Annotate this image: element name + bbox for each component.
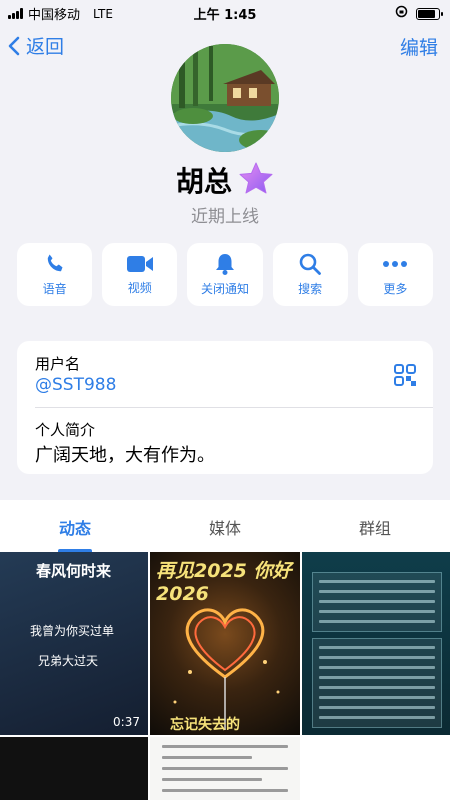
search-icon — [299, 253, 322, 275]
star-badge-icon[interactable] — [238, 161, 274, 199]
tab-posts[interactable]: 动态 — [0, 500, 150, 552]
avatar[interactable] — [171, 44, 279, 152]
video-label: 视频 — [127, 281, 152, 295]
chevron-left-icon — [8, 36, 20, 55]
tab-media[interactable]: 媒体 — [150, 500, 300, 552]
battery-icon — [416, 7, 443, 20]
more-button[interactable]: 更多 — [357, 243, 433, 306]
media-item-empty — [302, 737, 450, 800]
status-time: 上午 1:45 — [193, 8, 257, 23]
tab-groups[interactable]: 群组 — [300, 500, 450, 552]
status-bar: 中国移动 LTE 上午 1:45 — [0, 0, 450, 24]
username-label: 用户名 — [35, 355, 81, 373]
heart-sparkler-icon — [173, 608, 280, 730]
document-block — [312, 638, 442, 728]
mute-label: 关闭通知 — [200, 282, 249, 296]
action-row: 语音 视频 关闭通知 搜索 更多 — [17, 243, 433, 306]
media-item-video[interactable]: 春风何时来 我曾为你买过单 兄弟大过天 0:37 — [0, 552, 148, 735]
profile-tabs: 动态 媒体 群组 — [0, 500, 450, 552]
edit-button[interactable]: 编辑 — [400, 33, 438, 60]
presence-status: 近期上线 — [191, 207, 259, 227]
mute-button[interactable]: 关闭通知 — [187, 243, 263, 306]
call-button[interactable]: 语音 — [17, 243, 93, 306]
phone-icon — [47, 254, 63, 272]
profile-name-row: 胡总 — [0, 160, 450, 200]
profile-name: 胡总 — [175, 165, 232, 198]
bell-icon — [215, 254, 234, 275]
document-block — [312, 572, 442, 632]
call-label: 语音 — [42, 282, 67, 296]
media-grid: 春风何时来 我曾为你买过单 兄弟大过天 0:37 再见2025 你好2026 忘… — [0, 552, 450, 800]
media-item-text-doc[interactable] — [150, 737, 300, 800]
media-item-document[interactable] — [302, 552, 450, 735]
bio-label: 个人简介 — [35, 421, 96, 439]
search-button[interactable]: 搜索 — [272, 243, 348, 306]
media-title: 春风何时来 — [36, 562, 112, 580]
more-label: 更多 — [383, 282, 408, 296]
media-item-dark[interactable] — [0, 737, 148, 800]
video-button[interactable]: 视频 — [102, 243, 178, 306]
info-card: 用户名 @SST988 个人简介 广阔天地，大有作为。 — [17, 341, 433, 474]
back-label: 返回 — [26, 36, 65, 58]
bio-text: 广阔天地，大有作为。 — [35, 445, 215, 466]
video-icon — [126, 256, 153, 272]
more-icon — [383, 261, 408, 267]
divider — [35, 407, 433, 408]
media-caption: 忘记失去的 — [170, 717, 240, 733]
video-duration: 0:37 — [113, 715, 140, 729]
username-value[interactable]: @SST988 — [35, 375, 116, 395]
back-button[interactable]: 返回 — [8, 32, 64, 59]
rotation-lock-icon — [395, 5, 408, 22]
search-label: 搜索 — [298, 282, 323, 296]
media-lyric-2: 兄弟大过天 — [38, 654, 99, 668]
status-right — [395, 5, 443, 22]
media-item-image[interactable]: 再见2025 你好2026 忘记失去的 — [150, 552, 300, 735]
qr-code-icon[interactable] — [393, 363, 417, 391]
media-lyric-1: 我曾为你买过单 — [30, 624, 115, 638]
